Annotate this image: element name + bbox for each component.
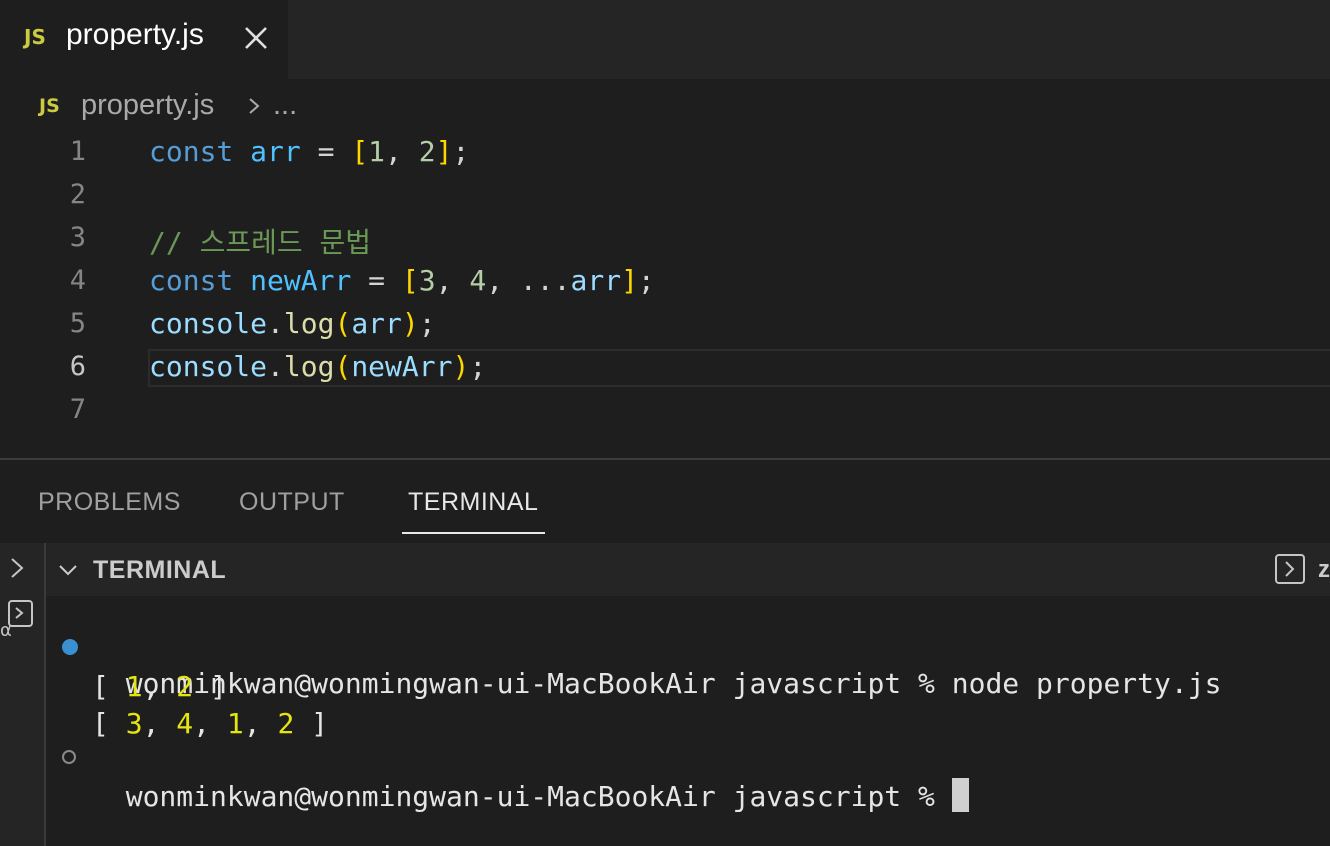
js-file-icon: JS: [39, 95, 60, 117]
terminal-output-line: [ 1, 2 ]: [92, 670, 227, 703]
code-line[interactable]: 1 const arr = [1, 2];: [0, 130, 1330, 173]
code-token: // 스프레드 문법: [149, 226, 371, 259]
output-text: [: [92, 707, 126, 740]
code-line[interactable]: 2: [0, 173, 1330, 216]
code-line[interactable]: 7: [0, 388, 1330, 431]
line-number: 1: [69, 136, 86, 167]
command-success-decoration[interactable]: [62, 639, 78, 655]
output-number: 2: [176, 670, 194, 703]
line-number: 3: [69, 222, 86, 253]
code-line[interactable]: 5 console.log(arr);: [0, 302, 1330, 345]
code-token: 2: [418, 135, 436, 168]
code-text[interactable]: const newArr = [3, 4, ...arr];: [149, 264, 655, 297]
line-number: 7: [69, 394, 86, 425]
code-text[interactable]: const arr = [1, 2];: [149, 135, 469, 168]
code-token: 3: [418, 264, 436, 297]
code-token: =: [351, 264, 402, 297]
output-number: 4: [176, 707, 194, 740]
breadcrumb-ellipsis[interactable]: ...: [273, 89, 297, 122]
terminal-output-line: [ 3, 4, 1, 2 ]: [92, 707, 328, 740]
code-token: ,: [385, 135, 419, 168]
output-text: ,: [142, 707, 177, 740]
terminal-command: node property.js: [951, 667, 1222, 700]
code-token: ;: [637, 264, 655, 297]
js-file-icon: JS: [24, 25, 46, 49]
code-token: 1: [368, 135, 386, 168]
code-token: ,: [435, 264, 470, 297]
code-token: [: [351, 135, 369, 168]
code-token: 4: [469, 264, 487, 297]
code-line[interactable]: 3 // 스프레드 문법: [0, 216, 1330, 259]
tab-output[interactable]: OUTPUT: [239, 488, 345, 517]
code-token: ]: [621, 264, 638, 297]
line-number: 4: [69, 265, 86, 296]
code-token: log: [283, 307, 335, 340]
code-token: ...: [519, 264, 571, 297]
code-token: .: [267, 307, 284, 340]
code-token: console: [149, 307, 268, 340]
chevron-right-icon[interactable]: [6, 555, 28, 581]
code-editor[interactable]: 1 const arr = [1, 2]; 2 3// 스프레드 문법 4 const n…: [0, 130, 1330, 458]
output-number: 2: [277, 707, 295, 740]
code-token: const: [149, 135, 234, 168]
line-number: 5: [69, 308, 86, 339]
command-pending-decoration[interactable]: [62, 750, 76, 764]
code-token: ): [401, 307, 419, 340]
terminal-name-truncated[interactable]: z: [1318, 556, 1330, 584]
code-token: arr: [570, 264, 622, 297]
output-text: ,: [243, 707, 278, 740]
output-text: ]: [294, 707, 329, 740]
code-token: [: [401, 264, 419, 297]
breadcrumb-file[interactable]: property.js: [81, 89, 214, 122]
tab-property-js[interactable]: JS property.js: [0, 0, 288, 79]
terminal-section-header[interactable]: [46, 543, 1330, 596]
close-icon[interactable]: [240, 22, 272, 54]
line-number: 2: [69, 179, 86, 210]
svg-text:α: α: [0, 620, 12, 639]
panel-tab-bar: [0, 460, 1330, 544]
code-token: arr: [351, 307, 402, 340]
code-line[interactable]: 4 const newArr = [3, 4, ...arr];: [0, 259, 1330, 302]
output-number: 3: [125, 707, 143, 740]
tab-terminal[interactable]: TERMINAL: [408, 488, 538, 517]
code-token: (: [334, 307, 352, 340]
terminal-current-prompt[interactable]: wonminkwan@wonmingwan-ui-MacBookAir java…: [92, 745, 969, 813]
code-token: ,: [486, 264, 520, 297]
terminal-prompt: wonminkwan@wonmingwan-ui-MacBookAir java…: [125, 667, 952, 700]
code-text[interactable]: // 스프레드 문법: [149, 221, 371, 261]
output-number: 1: [125, 670, 143, 703]
terminal-command-line: wonminkwan@wonmingwan-ui-MacBookAir java…: [92, 634, 1222, 700]
code-token: ;: [452, 135, 470, 168]
chevron-down-icon[interactable]: [57, 559, 79, 581]
code-token: const: [149, 264, 234, 297]
current-line-highlight: [148, 349, 1330, 387]
line-number: 6: [69, 351, 86, 382]
panel-side-gutter: α: [0, 543, 46, 846]
terminal-prompt: wonminkwan@wonmingwan-ui-MacBookAir java…: [125, 780, 952, 813]
output-text: [: [92, 670, 126, 703]
active-tab-indicator: [402, 532, 545, 534]
terminal-cursor: [951, 778, 969, 812]
terminal-section-title: TERMINAL: [93, 556, 227, 584]
output-text: ,: [193, 707, 227, 740]
chevron-right-icon: [249, 98, 260, 114]
tab-bar: JS property.js: [0, 0, 1330, 79]
code-token: newArr: [250, 264, 352, 297]
terminal-icon[interactable]: [1274, 553, 1306, 585]
code-token: ;: [418, 307, 436, 340]
code-token: ]: [435, 135, 453, 168]
tab-label: property.js: [66, 18, 204, 51]
code-text[interactable]: console.log(arr);: [149, 307, 436, 340]
terminal-launch-profile-icon[interactable]: α: [0, 599, 36, 639]
output-number: 1: [226, 707, 244, 740]
output-text: ,: [142, 670, 177, 703]
code-token: arr: [250, 135, 301, 168]
tab-problems[interactable]: PROBLEMS: [38, 488, 181, 517]
code-token: =: [300, 135, 352, 168]
output-text: ]: [193, 670, 227, 703]
